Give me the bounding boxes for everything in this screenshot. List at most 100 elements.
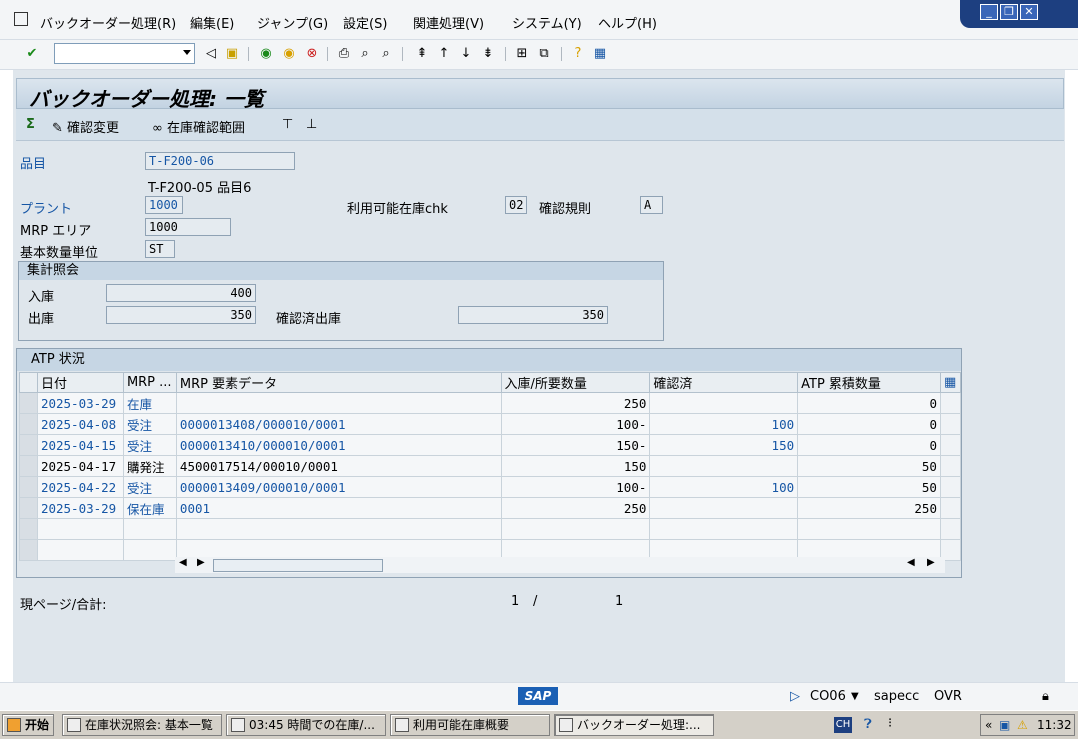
- first-page-icon[interactable]: ⇞: [414, 46, 430, 62]
- scrollbar-thumb[interactable]: [213, 559, 383, 572]
- table-row[interactable]: 2025-03-29 保在庫 0001 250 250: [19, 497, 962, 519]
- table-row-empty[interactable]: [19, 518, 962, 540]
- row-selector[interactable]: [19, 455, 38, 477]
- shortcut-icon[interactable]: ⧉: [536, 46, 552, 62]
- issue-field[interactable]: 350: [106, 306, 256, 324]
- task-button[interactable]: 03:45 時間での在庫/...: [226, 714, 386, 736]
- material-description: T-F200-05 品目6: [148, 181, 252, 196]
- menu-help[interactable]: ヘルプ(H): [598, 13, 657, 32]
- row-mrp-element: 保在庫: [122, 497, 177, 519]
- row-selector[interactable]: [19, 518, 38, 540]
- status-triangle-icon[interactable]: ▷: [790, 689, 800, 704]
- row-quantity: 250: [500, 392, 651, 414]
- row-cum-quantity: 50: [797, 476, 941, 498]
- chevron-down-icon[interactable]: ▼: [851, 691, 859, 702]
- back-icon[interactable]: ◉: [258, 46, 274, 62]
- task-button[interactable]: 在庫状況照会: 基本一覧: [62, 714, 222, 736]
- confirmed-issue-field[interactable]: 350: [458, 306, 608, 324]
- chevron-down-icon[interactable]: [183, 50, 191, 55]
- task-button-active[interactable]: バックオーダー処理:...: [554, 714, 714, 736]
- help-icon[interactable]: ?: [570, 46, 586, 62]
- confirm-change-button[interactable]: ✎ 確認変更: [52, 117, 119, 136]
- last-page-icon[interactable]: ⇟: [480, 46, 496, 62]
- horizontal-scrollbar[interactable]: ◀ ▶ ◀ ▶: [175, 557, 945, 573]
- plant-field[interactable]: 1000: [145, 196, 183, 214]
- menu-settings[interactable]: 設定(S): [343, 13, 387, 32]
- row-date: 2025-03-29: [36, 392, 124, 414]
- menu-edit[interactable]: 編集(E): [190, 13, 234, 32]
- next-page-icon[interactable]: ↓: [458, 46, 474, 62]
- prev-page-icon[interactable]: ↑: [436, 46, 452, 62]
- cancel-icon[interactable]: ⊗: [304, 46, 320, 62]
- table-row[interactable]: 2025-04-08 受注 0000013408/000010/0001 100- 10…: [19, 413, 962, 435]
- tray-expand-icon[interactable]: «: [985, 715, 992, 735]
- network-icon[interactable]: ▣: [999, 715, 1010, 735]
- column-header-cum-qty[interactable]: ATP 累積数量: [797, 372, 941, 393]
- command-field[interactable]: [54, 43, 195, 64]
- application-toolbar: Σ ✎ 確認変更 ∞ 在庫確認範囲 ⊤ ⊥: [16, 109, 1064, 141]
- select-all-cell[interactable]: [19, 372, 38, 393]
- table-settings-icon[interactable]: ▦: [939, 372, 962, 393]
- stock-range-button[interactable]: ∞ 在庫確認範囲: [152, 117, 245, 136]
- row-selector[interactable]: [19, 434, 38, 456]
- table-row[interactable]: 2025-04-22 受注 0000013409/000010/0001 100- 10…: [19, 476, 962, 498]
- scroll-right-end-icon[interactable]: ▶: [927, 557, 935, 568]
- layout-menu-icon[interactable]: ▦: [592, 46, 608, 62]
- row-selector[interactable]: [19, 497, 38, 519]
- save-icon[interactable]: ▣: [224, 46, 240, 62]
- print-icon[interactable]: ⎙: [336, 46, 352, 62]
- system-menu-icon[interactable]: [14, 12, 28, 26]
- hierarchy-icon[interactable]: ⊤: [282, 117, 293, 132]
- confirmation-rule-field[interactable]: A: [640, 196, 663, 214]
- column-header-confirmed[interactable]: 確認済: [649, 372, 799, 393]
- tcode-status[interactable]: CO06: [810, 689, 846, 704]
- scroll-right-icon[interactable]: ▶: [197, 557, 205, 568]
- row-selector[interactable]: [19, 476, 38, 498]
- menu-system[interactable]: システム(Y): [512, 13, 582, 32]
- restore-icon[interactable]: ❐: [1000, 4, 1018, 20]
- column-header-date[interactable]: 日付: [36, 372, 124, 393]
- hierarchy-expand-icon[interactable]: ⊥: [306, 117, 317, 132]
- minimize-icon[interactable]: _: [980, 4, 998, 20]
- table-row[interactable]: 2025-04-17 購発注 4500017514/00010/0001 150 50: [19, 455, 962, 477]
- close-icon[interactable]: ✕: [1020, 4, 1038, 20]
- paging-total: 1: [615, 594, 624, 609]
- table-row[interactable]: 2025-03-29 在庫 250 0: [19, 392, 962, 414]
- receipt-field[interactable]: 400: [106, 284, 256, 302]
- mrp-area-field[interactable]: 1000: [145, 218, 231, 236]
- table-row[interactable]: 2025-04-15 受注 0000013410/000010/0001 150- 15…: [19, 434, 962, 456]
- empty-cell: [122, 539, 177, 561]
- enter-check-icon[interactable]: ✔: [24, 46, 40, 62]
- row-selector[interactable]: [19, 392, 38, 414]
- ime-icon[interactable]: ⁝: [888, 716, 892, 731]
- total-sigma-icon[interactable]: Σ: [26, 117, 35, 132]
- row-selector[interactable]: [19, 539, 38, 561]
- scroll-left-end-icon[interactable]: ◀: [907, 557, 915, 568]
- material-field[interactable]: T-F200-06: [145, 152, 295, 170]
- collapse-left-icon[interactable]: ◁: [203, 46, 219, 62]
- row-cum-quantity: 0: [797, 392, 941, 414]
- menu-goto[interactable]: ジャンプ(G): [257, 13, 328, 32]
- exit-icon[interactable]: ◉: [281, 46, 297, 62]
- avail-check-field[interactable]: 02: [505, 196, 527, 214]
- create-session-icon[interactable]: ⊞: [514, 46, 530, 62]
- column-header-qty[interactable]: 入庫/所要数量: [500, 372, 651, 393]
- menu-environment[interactable]: 関連処理(V): [413, 13, 484, 32]
- help-circle-icon[interactable]: ❓︎: [864, 717, 872, 732]
- warning-icon[interactable]: ⚠: [1017, 715, 1028, 735]
- row-mrp-element: 在庫: [122, 392, 177, 414]
- menu-backorder[interactable]: バックオーダー処理(R): [40, 13, 176, 32]
- find-next-icon[interactable]: ⌕: [378, 46, 394, 62]
- column-header-mrp[interactable]: MRP ...: [122, 372, 177, 393]
- start-button[interactable]: 开始: [2, 714, 54, 736]
- row-confirmed: 150: [649, 434, 799, 456]
- row-date: 2025-04-22: [36, 476, 124, 498]
- row-selector[interactable]: [19, 413, 38, 435]
- base-uom-field[interactable]: ST: [145, 240, 175, 258]
- find-icon[interactable]: ⌕: [357, 46, 373, 62]
- column-header-mrp-data[interactable]: MRP 要素データ: [175, 372, 502, 393]
- language-indicator[interactable]: CH: [834, 717, 852, 733]
- stock-range-label: 在庫確認範囲: [166, 121, 245, 136]
- task-button[interactable]: 利用可能在庫概要: [390, 714, 550, 736]
- scroll-left-icon[interactable]: ◀: [179, 557, 187, 568]
